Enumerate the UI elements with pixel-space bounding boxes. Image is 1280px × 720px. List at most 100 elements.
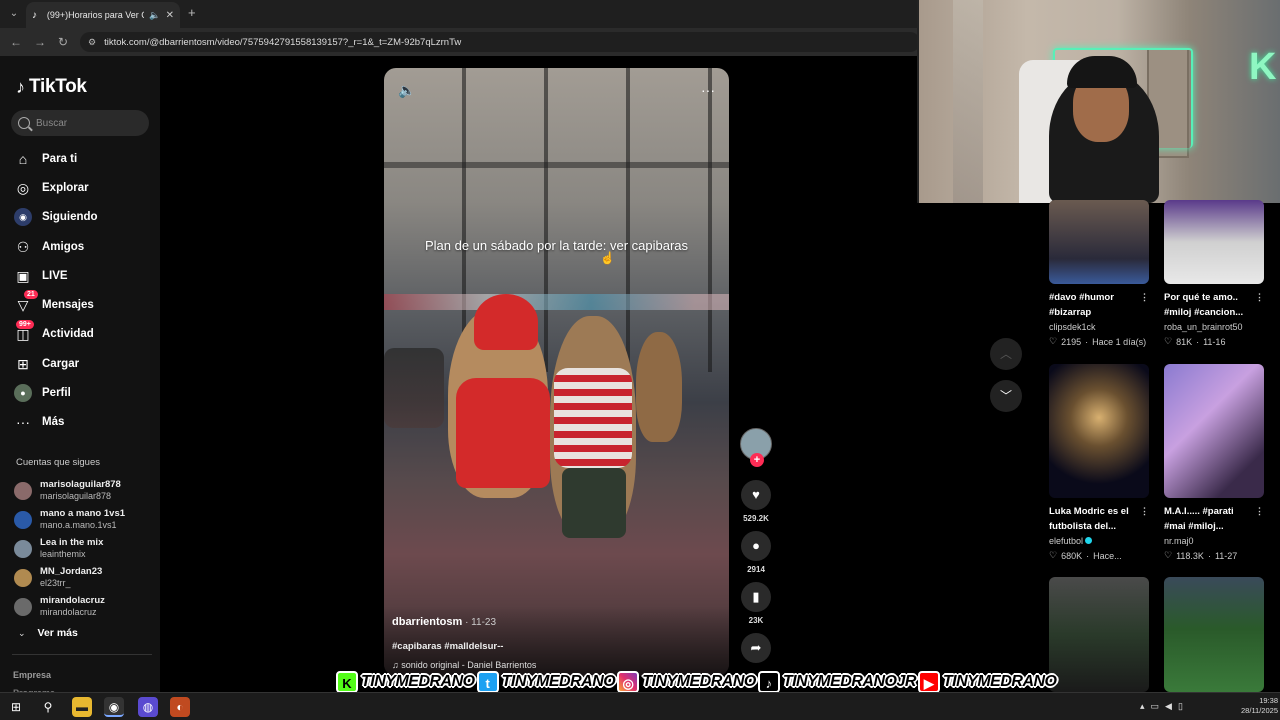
- tiktok-logo[interactable]: ♪ TikTok: [16, 76, 87, 98]
- volume-icon[interactable]: 🔈: [398, 82, 415, 99]
- site-info-icon[interactable]: ⚙: [88, 37, 96, 48]
- file-explorer-icon[interactable]: ▬: [72, 697, 92, 717]
- video-hashtags[interactable]: #capibaras #malldelsur--: [392, 641, 503, 652]
- account-handle: leainthemix: [40, 548, 86, 559]
- card-title: M.A.I..... #parati #mai #miloj... ⋮: [1164, 506, 1264, 532]
- nav-item-perfil[interactable]: ● Perfil: [14, 378, 154, 407]
- card-user[interactable]: nr.maj0: [1164, 536, 1266, 546]
- tab-search-icon[interactable]: ⌄: [6, 6, 22, 22]
- heart-icon[interactable]: ♥: [741, 480, 771, 510]
- tray-app-icon[interactable]: ▴: [1140, 701, 1145, 712]
- creator-avatar[interactable]: +: [740, 428, 772, 467]
- video-player[interactable]: 🔈 ··· Plan de un sábado por la tarde: ve…: [384, 68, 729, 676]
- video-card[interactable]: Luka Modric es el futbolista del... ⋮ elef…: [1049, 364, 1151, 561]
- previous-video-button[interactable]: ︿: [990, 338, 1022, 370]
- nav-item-mensajes[interactable]: ▽ 21 Mensajes: [14, 290, 154, 319]
- tiktok-favicon-icon: ♪: [32, 9, 37, 21]
- obs-icon[interactable]: ◐: [170, 697, 190, 717]
- avatar: [14, 539, 32, 558]
- video-thumbnail[interactable]: [1049, 200, 1149, 284]
- video-thumbnail[interactable]: [1049, 577, 1149, 692]
- url-field[interactable]: ⚙ tiktok.com/@dbarrientosm/video/7575942…: [80, 32, 920, 52]
- back-icon[interactable]: ←: [10, 35, 22, 49]
- card-user[interactable]: roba_un_brainrot50: [1164, 322, 1266, 332]
- system-clock[interactable]: 19:38 28/11/2025: [1232, 696, 1278, 716]
- nav-item-amigos[interactable]: ⚇ Amigos: [14, 232, 154, 261]
- browser-tab[interactable]: ♪ (99+)Horarios para Ver Cap 🔈 ✕: [26, 2, 180, 28]
- nav-item-explorar[interactable]: ◎ Explorar: [14, 173, 154, 202]
- account-name: mirandolacruz: [40, 595, 105, 606]
- nav-item-siguiendo[interactable]: ◉ Siguiendo: [14, 203, 154, 232]
- following-icon: ◉: [14, 208, 32, 227]
- video-thumbnail[interactable]: [1164, 364, 1264, 498]
- battery-icon[interactable]: ▯: [1178, 701, 1183, 712]
- nav-item-live[interactable]: ▣ LIVE: [14, 261, 154, 290]
- card-user[interactable]: elefutbol: [1049, 536, 1151, 546]
- share-action[interactable]: ➦: [738, 633, 774, 663]
- nav-label: Cargar: [42, 357, 80, 370]
- new-tab-icon[interactable]: +: [188, 5, 196, 20]
- following-account[interactable]: mano a mano 1vs1 mano.a.mano.1vs1: [14, 505, 154, 534]
- following-account[interactable]: MN_Jordan23 el23trr_: [14, 563, 154, 592]
- save-action[interactable]: ▮ 23K: [738, 582, 774, 625]
- video-card[interactable]: M.A.I..... #parati #mai #miloj... ⋮ nr.maj…: [1164, 364, 1266, 561]
- video-thumbnail[interactable]: [1164, 577, 1264, 692]
- sidebar: ♪ TikTok Buscar ⌂ Para ti ◎ Explorar ◉ S…: [0, 56, 160, 698]
- speaker-icon[interactable]: 🔈: [149, 10, 160, 21]
- following-account[interactable]: mirandolacruz mirandolacruz: [14, 592, 154, 621]
- video-card[interactable]: #davo #humor #bizarrap ⋮ clipsdek1ck ♡ 2195…: [1049, 200, 1151, 347]
- nav-item-mas[interactable]: ··· Más: [14, 408, 154, 437]
- heart-icon: ♡: [1164, 336, 1173, 346]
- video-thumbnail[interactable]: [1164, 200, 1264, 284]
- search-input[interactable]: Buscar: [11, 110, 149, 136]
- more-options-icon[interactable]: ···: [701, 82, 715, 98]
- instagram-text: TINYMEDRANO: [642, 673, 756, 690]
- search-icon[interactable]: ⚲: [38, 697, 58, 717]
- like-action[interactable]: ♥ 529.2K: [738, 480, 774, 523]
- chevron-down-icon: ⌄: [18, 627, 26, 638]
- chrome-icon[interactable]: ◉: [104, 697, 124, 717]
- divider: [12, 654, 152, 655]
- more-options-icon[interactable]: ⋮: [1255, 504, 1264, 519]
- more-options-icon[interactable]: ⋮: [1140, 504, 1149, 519]
- youtube-text: TINYMEDRANO: [942, 673, 1057, 690]
- see-more-button[interactable]: ⌄ Ver más: [18, 627, 78, 639]
- comment-icon[interactable]: ●: [741, 531, 771, 561]
- close-tab-icon[interactable]: ✕: [166, 10, 174, 21]
- video-scene-mascot-hat: [474, 294, 538, 350]
- avatar: [14, 568, 32, 587]
- discord-icon[interactable]: ◍: [138, 697, 158, 717]
- footer-link-empresa[interactable]: Empresa: [13, 670, 51, 680]
- forward-icon[interactable]: →: [34, 35, 46, 49]
- share-icon[interactable]: ➦: [741, 633, 771, 663]
- nav-item-actividad[interactable]: ◫ 99+ Actividad: [14, 319, 154, 349]
- upload-icon: ⊞: [17, 355, 29, 372]
- comment-action[interactable]: ● 2914: [738, 531, 774, 574]
- nav-item-cargar[interactable]: ⊞ Cargar: [14, 349, 154, 378]
- verified-icon: [1085, 537, 1093, 544]
- follow-plus-icon[interactable]: +: [750, 453, 764, 467]
- windows-start-icon[interactable]: ⊞: [6, 697, 26, 717]
- video-card[interactable]: [1049, 577, 1151, 692]
- video-scene-mascot: [636, 332, 682, 442]
- video-author[interactable]: dbarrientosm · 11-23: [392, 616, 496, 628]
- following-account[interactable]: marisolaguilar878 marisolaguilar878: [14, 476, 154, 505]
- see-more-label: Ver más: [37, 627, 78, 639]
- nav-item-para-ti[interactable]: ⌂ Para ti: [14, 144, 154, 173]
- volume-icon[interactable]: ◀: [1165, 701, 1172, 712]
- following-account[interactable]: Lea in the mix leainthemix: [14, 534, 154, 563]
- more-options-icon[interactable]: ⋮: [1140, 290, 1149, 305]
- more-options-icon[interactable]: ⋮: [1255, 290, 1264, 305]
- bookmark-icon[interactable]: ▮: [741, 582, 771, 612]
- nav-label: Amigos: [42, 240, 85, 253]
- video-card[interactable]: Por qué te amo.. #miloj #cancion... ⋮ roba…: [1164, 200, 1266, 347]
- nav-label: Actividad: [42, 328, 94, 341]
- video-card[interactable]: [1164, 577, 1266, 692]
- cursor-icon: ☝: [600, 251, 615, 265]
- clock-date: 28/11/2025: [1241, 706, 1278, 715]
- network-icon[interactable]: ▭: [1151, 701, 1160, 712]
- reload-icon[interactable]: ↻: [58, 35, 68, 49]
- video-thumbnail[interactable]: [1049, 364, 1149, 498]
- card-user[interactable]: clipsdek1ck: [1049, 322, 1151, 332]
- next-video-button[interactable]: ﹀: [990, 380, 1022, 412]
